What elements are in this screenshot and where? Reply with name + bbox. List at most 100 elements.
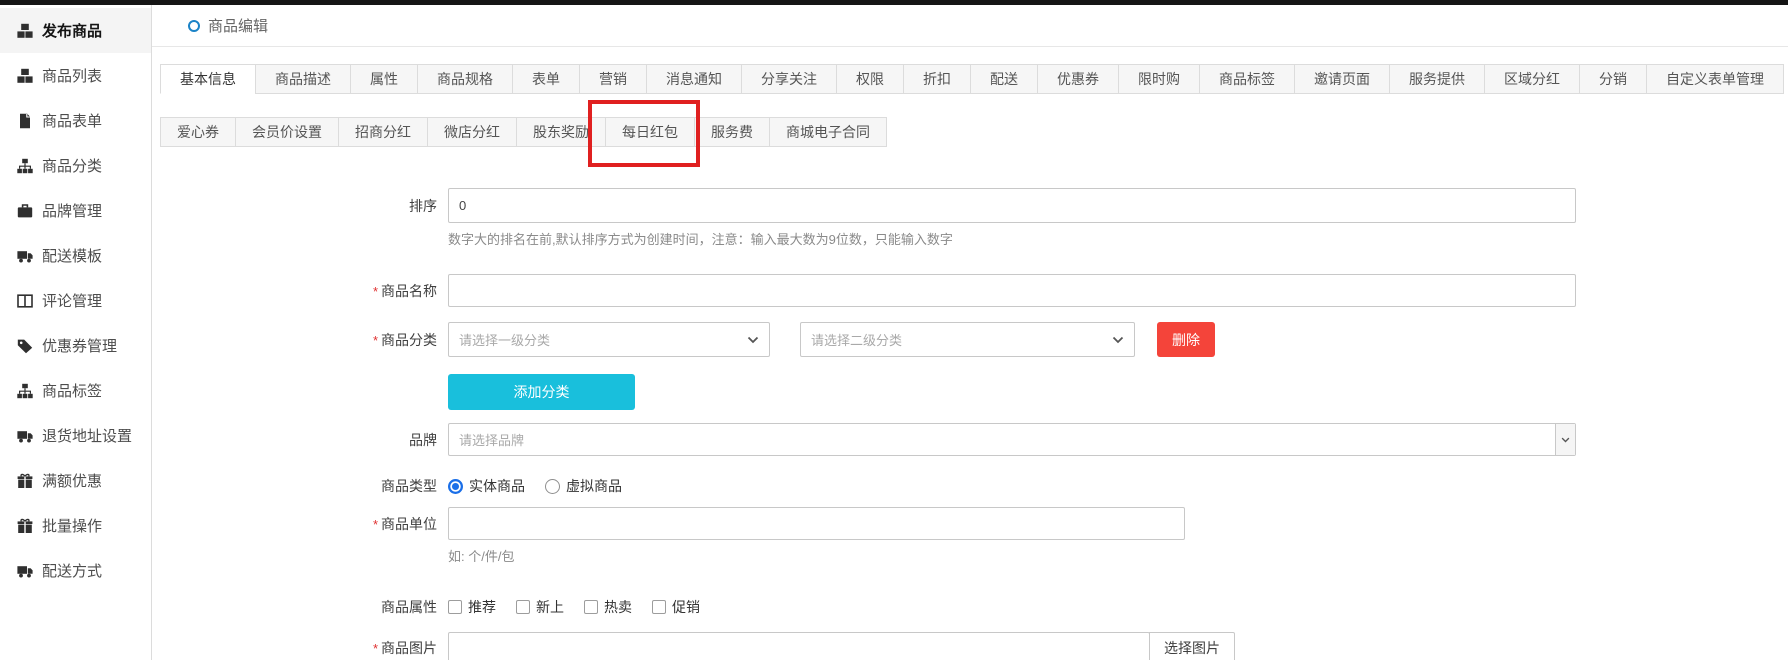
checkbox-hot[interactable]: 热卖 <box>584 597 632 617</box>
type-label: 商品类型 <box>152 476 448 496</box>
sidebar-item-publish-product[interactable]: 发布商品 <box>0 8 151 53</box>
sidebar-item-label: 商品标签 <box>42 380 102 401</box>
sidebar-item-label: 满额优惠 <box>42 470 102 491</box>
tab-attributes[interactable]: 属性 <box>350 64 418 94</box>
sidebar-item-return-address[interactable]: 退货地址设置 <box>0 413 151 458</box>
category-level2-select[interactable]: 请选择二级分类 <box>800 322 1135 357</box>
sort-input[interactable] <box>448 188 1576 223</box>
sidebar-item-label: 商品分类 <box>42 155 102 176</box>
checkbox-label: 促销 <box>672 597 700 617</box>
pick-image-button[interactable]: 选择图片 <box>1149 632 1235 660</box>
tab-product-tags[interactable]: 商品标签 <box>1199 64 1295 94</box>
tab-love-coupon[interactable]: 爱心券 <box>160 117 236 147</box>
checkbox-icon <box>584 600 598 614</box>
file-icon <box>17 113 33 129</box>
checkbox-icon <box>652 600 666 614</box>
brand-label: 品牌 <box>152 430 448 450</box>
unit-label: *商品单位 <box>152 514 448 534</box>
tab-message-notify[interactable]: 消息通知 <box>646 64 742 94</box>
select-placeholder: 请选择二级分类 <box>811 330 1112 349</box>
tab-service-fee[interactable]: 服务费 <box>694 117 770 147</box>
form-row-add-category: 添加分类 <box>152 374 1788 410</box>
sidebar-item-shipping-template[interactable]: 配送模板 <box>0 233 151 278</box>
sidebar-item-review-management[interactable]: 评论管理 <box>0 278 151 323</box>
tab-marketing[interactable]: 营销 <box>579 64 647 94</box>
page-title: 商品编辑 <box>208 15 268 36</box>
product-form: 排序 数字大的排名在前,默认排序方式为创建时间，注意：输入最大数为9位数，只能输… <box>152 188 1788 660</box>
form-row-image: *商品图片 选择图片 <box>152 632 1788 660</box>
radio-checked-icon <box>448 479 463 494</box>
checkbox-icon <box>448 600 462 614</box>
tab-permission[interactable]: 权限 <box>836 64 904 94</box>
brand-select[interactable]: 请选择品牌 <box>448 423 1576 456</box>
required-marker: * <box>373 641 378 656</box>
checkbox-label: 热卖 <box>604 597 632 617</box>
briefcase-icon <box>17 203 33 219</box>
tab-share-follow[interactable]: 分享关注 <box>741 64 837 94</box>
tab-form[interactable]: 表单 <box>512 64 580 94</box>
tab-invite-page[interactable]: 邀请页面 <box>1294 64 1390 94</box>
sidebar-item-full-discount[interactable]: 满额优惠 <box>0 458 151 503</box>
required-marker: * <box>373 284 378 299</box>
tab-coupon[interactable]: 优惠券 <box>1037 64 1119 94</box>
sidebar: 发布商品 商品列表 商品表单 商品分类 品牌管理 配送模板 评论管理 优惠券管理… <box>0 5 152 660</box>
sidebar-item-coupon-management[interactable]: 优惠券管理 <box>0 323 151 368</box>
tab-mall-e-contract[interactable]: 商城电子合同 <box>769 117 887 147</box>
tab-basic-info[interactable]: 基本信息 <box>160 64 256 94</box>
required-marker: * <box>373 517 378 532</box>
tab-shareholder-reward[interactable]: 股东奖励 <box>516 117 606 147</box>
sidebar-item-product-category[interactable]: 商品分类 <box>0 143 151 188</box>
tab-distribution[interactable]: 分销 <box>1579 64 1647 94</box>
checkbox-promotion[interactable]: 促销 <box>652 597 700 617</box>
checkbox-new[interactable]: 新上 <box>516 597 564 617</box>
tab-row-1: 基本信息 商品描述 属性 商品规格 表单 营销 消息通知 分享关注 权限 折扣 … <box>160 64 1788 94</box>
tab-service-provide[interactable]: 服务提供 <box>1389 64 1485 94</box>
tab-discount[interactable]: 折扣 <box>903 64 971 94</box>
tab-shipping[interactable]: 配送 <box>970 64 1038 94</box>
sort-hint: 数字大的排名在前,默认排序方式为创建时间，注意：输入最大数为9位数，只能输入数字 <box>448 229 1788 248</box>
delete-category-button[interactable]: 删除 <box>1157 322 1215 357</box>
tab-member-price[interactable]: 会员价设置 <box>235 117 339 147</box>
tab-flash-sale[interactable]: 限时购 <box>1118 64 1200 94</box>
gift-icon <box>17 518 33 534</box>
required-marker: * <box>373 333 378 348</box>
tab-product-description[interactable]: 商品描述 <box>255 64 351 94</box>
radio-physical-product[interactable]: 实体商品 <box>448 476 525 496</box>
product-name-input[interactable] <box>448 274 1576 307</box>
tab-daily-red-packet[interactable]: 每日红包 <box>605 117 695 147</box>
radio-label: 实体商品 <box>469 476 525 496</box>
tab-custom-form-management[interactable]: 自定义表单管理 <box>1646 64 1784 94</box>
form-row-unit: *商品单位 <box>152 507 1788 540</box>
product-image-input[interactable] <box>448 632 1150 660</box>
chevron-down-icon <box>747 336 759 344</box>
sidebar-item-product-list[interactable]: 商品列表 <box>0 53 151 98</box>
tab-investment-dividend[interactable]: 招商分红 <box>338 117 428 147</box>
sidebar-item-product-form[interactable]: 商品表单 <box>0 98 151 143</box>
sidebar-item-batch-operation[interactable]: 批量操作 <box>0 503 151 548</box>
sidebar-item-label: 批量操作 <box>42 515 102 536</box>
add-category-button[interactable]: 添加分类 <box>448 374 635 410</box>
tab-product-spec[interactable]: 商品规格 <box>417 64 513 94</box>
form-row-attrs: 商品属性 推荐 新上 热卖 促销 <box>152 597 1788 617</box>
sidebar-item-label: 配送方式 <box>42 560 102 581</box>
checkbox-label: 推荐 <box>468 597 496 617</box>
checkbox-recommend[interactable]: 推荐 <box>448 597 496 617</box>
form-row-type: 商品类型 实体商品 虚拟商品 <box>152 476 1788 496</box>
sidebar-item-label: 评论管理 <box>42 290 102 311</box>
tab-label: 每日红包 <box>622 124 678 140</box>
product-unit-input[interactable] <box>448 507 1185 540</box>
chevron-down-icon <box>1561 437 1570 443</box>
sidebar-item-brand-management[interactable]: 品牌管理 <box>0 188 151 233</box>
unit-hint: 如: 个/件/包 <box>448 546 1788 565</box>
sidebar-item-label: 商品列表 <box>42 65 102 86</box>
sidebar-item-label: 品牌管理 <box>42 200 102 221</box>
sidebar-item-product-tags[interactable]: 商品标签 <box>0 368 151 413</box>
dropdown-arrow-box[interactable] <box>1555 424 1575 455</box>
radio-virtual-product[interactable]: 虚拟商品 <box>545 476 622 496</box>
tab-microstore-dividend[interactable]: 微店分红 <box>427 117 517 147</box>
category-level1-select[interactable]: 请选择一级分类 <box>448 322 770 357</box>
main-content: 商品编辑 基本信息 商品描述 属性 商品规格 表单 营销 消息通知 分享关注 权… <box>152 5 1788 660</box>
select-placeholder: 请选择品牌 <box>459 430 1555 449</box>
tab-region-dividend[interactable]: 区域分红 <box>1484 64 1580 94</box>
sidebar-item-shipping-method[interactable]: 配送方式 <box>0 548 151 593</box>
